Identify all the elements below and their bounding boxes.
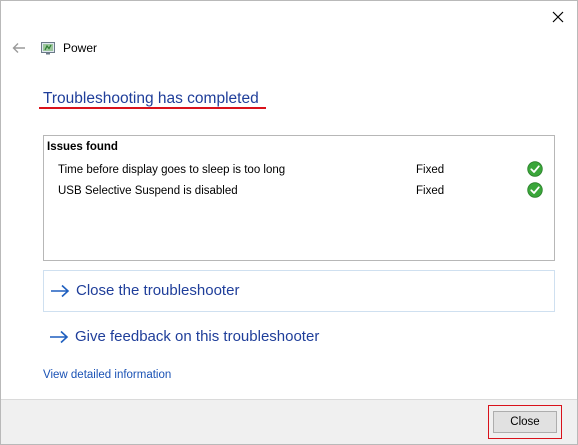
link-label: Close the troubleshooter [76, 282, 240, 299]
right-arrow-icon [49, 330, 69, 344]
issue-status: Fixed [416, 185, 445, 197]
green-check-icon [527, 161, 543, 177]
title-underline-highlight [39, 107, 266, 109]
view-detailed-information-link[interactable]: View detailed information [43, 368, 171, 382]
link-label: Give feedback on this troubleshooter [75, 328, 320, 345]
power-troubleshooter-icon [40, 40, 56, 56]
right-arrow-icon [50, 284, 70, 298]
green-check-icon [527, 182, 543, 198]
issue-status: Fixed [416, 164, 445, 176]
page-title: Troubleshooting has completed [43, 90, 259, 107]
close-button-highlight: Close [488, 405, 562, 439]
app-title: Power [63, 41, 98, 55]
issue-text: Time before display goes to sleep is too… [58, 164, 286, 176]
give-feedback-link[interactable]: Give feedback on this troubleshooter [43, 317, 553, 357]
issue-text: USB Selective Suspend is disabled [58, 185, 238, 197]
close-button[interactable]: Close [493, 411, 557, 433]
issues-found-panel: Issues found Time before display goes to… [43, 135, 555, 261]
troubleshooter-window: Power Troubleshooting has completed Issu… [0, 0, 578, 445]
footer-bar: Close [1, 399, 577, 444]
issue-row: Time before display goes to sleep is too… [44, 160, 554, 180]
close-troubleshooter-link[interactable]: Close the troubleshooter [43, 270, 555, 312]
issue-row: USB Selective Suspend is disabled Fixed [44, 181, 554, 201]
close-window-icon[interactable] [546, 5, 570, 29]
back-arrow-icon[interactable] [10, 39, 28, 57]
issues-header: Issues found [47, 141, 118, 153]
